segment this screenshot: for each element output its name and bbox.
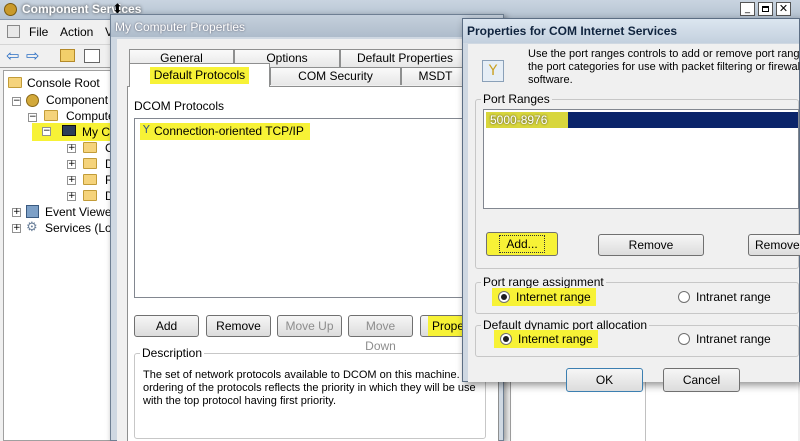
port-remove-all-button[interactable]: Remove [748, 234, 800, 256]
port-add-button[interactable]: Add... [486, 232, 558, 256]
folder-icon [83, 158, 97, 169]
my-computer-properties-dialog: My Computer Properties General Options D… [110, 14, 504, 441]
show-hide-tree-icon[interactable] [84, 49, 100, 63]
radio-button[interactable] [678, 333, 690, 345]
tree-label: Event Viewer [45, 205, 111, 219]
tree-label: My C [82, 125, 110, 139]
port-range-item[interactable]: 5000-8976 [486, 112, 798, 128]
assignment-intranet-option[interactable]: Intranet range [676, 288, 786, 306]
radio-label: Internet range [516, 290, 591, 304]
protocol-item[interactable]: Y Connection-oriented TCP/IP [140, 123, 310, 140]
menu-file[interactable]: File [29, 25, 48, 39]
collapse-toggle-icon[interactable]: − [42, 127, 51, 136]
radio-label: Intranet range [696, 290, 771, 304]
radio-button[interactable] [678, 291, 690, 303]
menu-bar: File Action V [0, 21, 113, 43]
dcom-protocols-label: DCOM Protocols [134, 99, 225, 113]
tab-panel: DCOM Protocols Y Connection-oriented TCP… [127, 86, 499, 441]
radio-label: Internet range [518, 332, 593, 346]
expand-toggle-icon[interactable]: + [67, 176, 76, 185]
tree-label: Services (Loc [45, 221, 111, 235]
dialog-body: Y Use the port ranges controls to add or… [468, 44, 800, 392]
tab-label: Default Protocols [149, 67, 250, 84]
folder-icon [83, 142, 97, 153]
move-down-button[interactable]: Move Down [348, 315, 413, 353]
network-filter-icon: Y [482, 60, 504, 82]
close-button[interactable]: ✕ [776, 2, 791, 16]
computer-icon [62, 125, 76, 136]
allocation-intranet-option[interactable]: Intranet range [676, 330, 786, 348]
mouse-cursor-icon: ⬍ [112, 2, 123, 17]
dialog-title: My Computer Properties [115, 20, 246, 34]
port-range-value: 5000-8976 [486, 112, 568, 128]
allocation-internet-option[interactable]: Internet range [494, 330, 598, 348]
port-ranges-label: Port Ranges [481, 92, 552, 106]
expand-toggle-icon[interactable]: + [67, 144, 76, 153]
folder-icon [8, 77, 22, 88]
com-internet-services-dialog: Properties for COM Internet Services Y U… [462, 18, 800, 392]
dialog-title-bar: My Computer Properties [111, 15, 503, 37]
network-protocol-icon: Y [143, 123, 150, 136]
folder-icon [44, 110, 58, 121]
toolbar: ⇦ ⇨ [0, 44, 112, 68]
component-services-icon [4, 3, 17, 16]
folder-icon [83, 190, 97, 201]
remove-button[interactable]: Remove [206, 315, 271, 337]
expand-toggle-icon[interactable]: + [67, 160, 76, 169]
minimize-button[interactable]: _ [740, 2, 755, 16]
back-arrow-icon[interactable]: ⇦ [6, 48, 19, 64]
event-viewer-icon [26, 205, 39, 218]
gear-icon: ⚙ [26, 220, 38, 235]
radio-label: Intranet range [696, 332, 771, 346]
menu-action[interactable]: Action [60, 25, 93, 39]
up-folder-icon[interactable] [60, 49, 75, 62]
expand-toggle-icon[interactable]: + [12, 224, 21, 233]
radio-button[interactable] [498, 291, 510, 303]
port-ranges-list[interactable]: 5000-8976 [483, 109, 799, 209]
assignment-label: Port range assignment [481, 275, 606, 289]
maximize-button[interactable] [758, 2, 773, 16]
description-line: The set of network protocols available t… [143, 369, 470, 381]
tree-label: Compute [66, 109, 111, 123]
tree-label: Console Root [27, 76, 100, 90]
radio-button[interactable] [500, 333, 512, 345]
app-menu-icon[interactable] [7, 25, 20, 38]
expand-toggle-icon[interactable]: + [67, 192, 76, 201]
description-line: ordering of the protocols reflects the p… [143, 382, 476, 394]
dialog-body: General Options Default Properties COM S… [117, 39, 499, 441]
port-add-label: Add... [499, 235, 545, 253]
forward-arrow-icon[interactable]: ⇨ [26, 48, 39, 64]
folder-icon [83, 174, 97, 185]
description-label: Description [140, 346, 205, 360]
component-services-icon [26, 94, 39, 107]
intro-line: Use the port ranges controls to add or r… [528, 48, 800, 60]
maximize-icon [762, 6, 769, 12]
dialog-title-bar: Properties for COM Internet Services [463, 19, 799, 43]
intro-line: software. [528, 74, 573, 86]
tab-default-protocols[interactable]: Default Protocols [129, 63, 270, 87]
tab-com-security[interactable]: COM Security [270, 67, 401, 85]
tab-msdtc[interactable]: MSDT [401, 67, 470, 85]
protocol-label: Connection-oriented TCP/IP [154, 124, 304, 138]
intro-line: the port categories for use with packet … [528, 61, 800, 73]
tree-label: Component S [46, 93, 110, 107]
protocols-list[interactable]: Y Connection-oriented TCP/IP [134, 118, 486, 298]
cancel-button[interactable]: Cancel [663, 368, 740, 392]
expand-toggle-icon[interactable]: + [12, 208, 21, 217]
add-button[interactable]: Add [134, 315, 199, 337]
dialog-title: Properties for COM Internet Services [467, 24, 678, 38]
assignment-internet-option[interactable]: Internet range [492, 288, 596, 306]
tab-default-properties[interactable]: Default Properties [340, 49, 470, 67]
move-up-button[interactable]: Move Up [277, 315, 342, 337]
tree-pane: Console Root − Component S − Compute − M… [3, 70, 111, 441]
ok-button[interactable]: OK [566, 368, 643, 392]
port-remove-button[interactable]: Remove [598, 234, 704, 256]
collapse-toggle-icon[interactable]: − [12, 97, 21, 106]
description-line: with the top protocol having first prior… [143, 395, 336, 407]
collapse-toggle-icon[interactable]: − [28, 113, 37, 122]
